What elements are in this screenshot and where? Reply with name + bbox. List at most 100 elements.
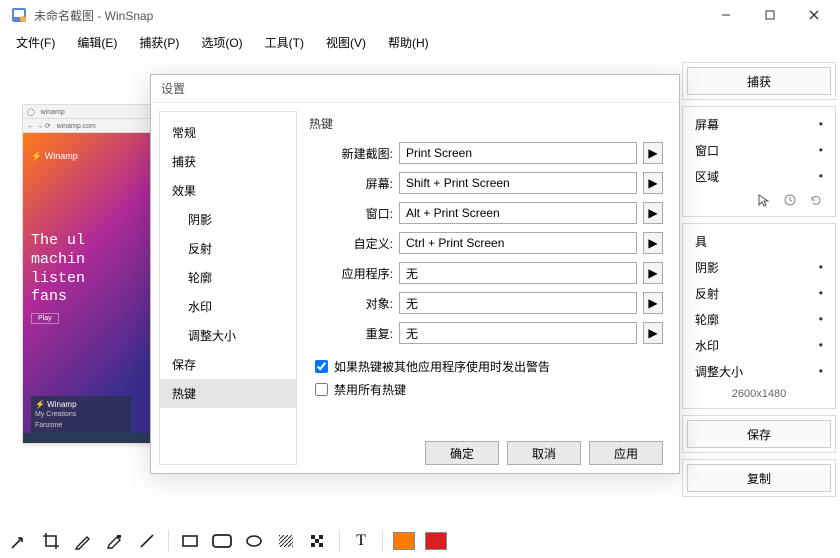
maximize-button[interactable] bbox=[748, 1, 792, 29]
target-window[interactable]: 窗口• bbox=[687, 137, 831, 163]
highlighter-tool[interactable] bbox=[102, 528, 128, 554]
effect-label: 轮廓 bbox=[695, 311, 719, 328]
right-panel: 捕获 屏幕• 窗口• 区域• 具 阴影• 反射• 轮廓• 水印• 调整大小• 2… bbox=[682, 54, 840, 524]
copy-button[interactable]: 复制 bbox=[687, 464, 831, 492]
preview-headline: The ul machin listen fans bbox=[31, 232, 153, 307]
hk-screen-input[interactable] bbox=[399, 172, 637, 194]
bullet-icon: • bbox=[819, 169, 823, 183]
hk-custom-input[interactable] bbox=[399, 232, 637, 254]
capture-button[interactable]: 捕获 bbox=[687, 67, 831, 95]
target-screen[interactable]: 屏幕• bbox=[687, 111, 831, 137]
line-tool[interactable] bbox=[134, 528, 160, 554]
separator bbox=[339, 530, 340, 552]
nav-shadow[interactable]: 阴影 bbox=[160, 205, 296, 234]
hk-custom-menu[interactable]: ▶ bbox=[643, 232, 663, 254]
hk-app-input[interactable] bbox=[399, 262, 637, 284]
nav-hotkeys[interactable]: 热键 bbox=[160, 379, 296, 408]
effects-header: 具 bbox=[687, 228, 831, 254]
cancel-button[interactable]: 取消 bbox=[507, 441, 581, 465]
nav-save[interactable]: 保存 bbox=[160, 350, 296, 379]
menu-edit[interactable]: 编辑(E) bbox=[69, 32, 125, 53]
dialog-content: 热键 新建截图:▶ 屏幕:▶ 窗口:▶ 自定义:▶ 应用程序:▶ 对象:▶ 重复… bbox=[305, 103, 679, 473]
menu-options[interactable]: 选项(O) bbox=[193, 32, 250, 53]
target-region[interactable]: 区域 • bbox=[687, 163, 831, 189]
bullet-icon: • bbox=[819, 117, 823, 131]
screenshot-preview[interactable]: ◯ winamp ← → ⟳ winamp.com ⚡ Winamp The u… bbox=[22, 104, 162, 444]
crop-tool[interactable] bbox=[38, 528, 64, 554]
effects-panel: 具 阴影• 反射• 轮廓• 水印• 调整大小• 2600x1480 bbox=[682, 223, 836, 409]
preview-card: ⚡ Winamp My Creations Fanzone bbox=[31, 396, 131, 435]
hk-custom-label: 自定义: bbox=[309, 235, 393, 252]
target-label: 区域 bbox=[695, 168, 719, 185]
effect-resize[interactable]: 调整大小• bbox=[687, 358, 831, 384]
hk-app-menu[interactable]: ▶ bbox=[643, 262, 663, 284]
preview-play-button: Play bbox=[31, 313, 59, 324]
preview-card-row: My Creations bbox=[35, 409, 127, 420]
bullet-icon: • bbox=[819, 286, 823, 300]
pen-tool[interactable] bbox=[70, 528, 96, 554]
menu-help[interactable]: 帮助(H) bbox=[380, 32, 437, 53]
hk-new-menu[interactable]: ▶ bbox=[643, 142, 663, 164]
nav-reflect[interactable]: 反射 bbox=[160, 234, 296, 263]
dialog-sidebar: 常规 捕获 效果 阴影 反射 轮廓 水印 调整大小 保存 热键 bbox=[159, 111, 297, 465]
effect-label: 反射 bbox=[695, 285, 719, 302]
hk-new-input[interactable] bbox=[399, 142, 637, 164]
blur-tool[interactable] bbox=[273, 528, 299, 554]
color-orange[interactable] bbox=[391, 528, 417, 554]
apply-button[interactable]: 应用 bbox=[589, 441, 663, 465]
nav-general[interactable]: 常规 bbox=[160, 118, 296, 147]
target-label: 窗口 bbox=[695, 142, 719, 159]
capture-targets: 屏幕• 窗口• 区域• bbox=[682, 106, 836, 217]
effect-reflect[interactable]: 反射 • bbox=[687, 280, 831, 306]
hk-app-label: 应用程序: bbox=[309, 265, 393, 282]
effect-outline[interactable]: 轮廓 • bbox=[687, 306, 831, 332]
effect-shadow[interactable]: 阴影• bbox=[687, 254, 831, 280]
arrow-tool[interactable] bbox=[6, 528, 32, 554]
effect-watermark[interactable]: 水印• bbox=[687, 332, 831, 358]
ellipse-tool[interactable] bbox=[241, 528, 267, 554]
close-button[interactable] bbox=[792, 1, 836, 29]
image-dimensions: 2600x1480 bbox=[687, 384, 831, 404]
rectangle-tool[interactable] bbox=[177, 528, 203, 554]
hk-object-input[interactable] bbox=[399, 292, 637, 314]
bullet-icon: • bbox=[819, 364, 823, 378]
save-button[interactable]: 保存 bbox=[687, 420, 831, 448]
hk-window-input[interactable] bbox=[399, 202, 637, 224]
hk-window-menu[interactable]: ▶ bbox=[643, 202, 663, 224]
nav-resize[interactable]: 调整大小 bbox=[160, 321, 296, 350]
rounded-rect-tool[interactable] bbox=[209, 528, 235, 554]
hk-screen-menu[interactable]: ▶ bbox=[643, 172, 663, 194]
bullet-icon: • bbox=[819, 312, 823, 326]
separator bbox=[168, 530, 169, 552]
refresh-icon[interactable] bbox=[809, 193, 823, 210]
nav-effects[interactable]: 效果 bbox=[160, 176, 296, 205]
hk-repeat-menu[interactable]: ▶ bbox=[643, 322, 663, 344]
minimize-button[interactable] bbox=[704, 1, 748, 29]
menubar: 文件(F) 编辑(E) 捕获(P) 选项(O) 工具(T) 视图(V) 帮助(H… bbox=[0, 30, 840, 54]
hk-warn-checkbox[interactable] bbox=[315, 360, 328, 373]
nav-outline[interactable]: 轮廓 bbox=[160, 263, 296, 292]
hk-disable-checkbox[interactable] bbox=[315, 383, 328, 396]
menu-tools[interactable]: 工具(T) bbox=[257, 32, 312, 53]
hk-object-menu[interactable]: ▶ bbox=[643, 292, 663, 314]
hk-repeat-label: 重复: bbox=[309, 325, 393, 342]
color-red[interactable] bbox=[423, 528, 449, 554]
menu-view[interactable]: 视图(V) bbox=[318, 32, 374, 53]
hk-screen-label: 屏幕: bbox=[309, 175, 393, 192]
ok-button[interactable]: 确定 bbox=[425, 441, 499, 465]
text-tool[interactable]: T bbox=[348, 528, 374, 554]
menu-file[interactable]: 文件(F) bbox=[8, 32, 63, 53]
window-title: 未命名截图 - WinSnap bbox=[34, 7, 704, 24]
preview-card-row: Fanzone bbox=[35, 420, 127, 431]
effect-label: 阴影 bbox=[695, 259, 719, 276]
effects-header-label: 具 bbox=[695, 233, 707, 250]
nav-capture[interactable]: 捕获 bbox=[160, 147, 296, 176]
clock-icon[interactable] bbox=[783, 193, 797, 210]
hk-repeat-input[interactable] bbox=[399, 322, 637, 344]
nav-watermark[interactable]: 水印 bbox=[160, 292, 296, 321]
pixelate-tool[interactable] bbox=[305, 528, 331, 554]
pointer-icon[interactable] bbox=[757, 193, 771, 210]
settings-dialog: 设置 常规 捕获 效果 阴影 反射 轮廓 水印 调整大小 保存 热键 热键 新建… bbox=[150, 74, 680, 474]
menu-capture[interactable]: 捕获(P) bbox=[131, 32, 187, 53]
bullet-icon: • bbox=[819, 338, 823, 352]
